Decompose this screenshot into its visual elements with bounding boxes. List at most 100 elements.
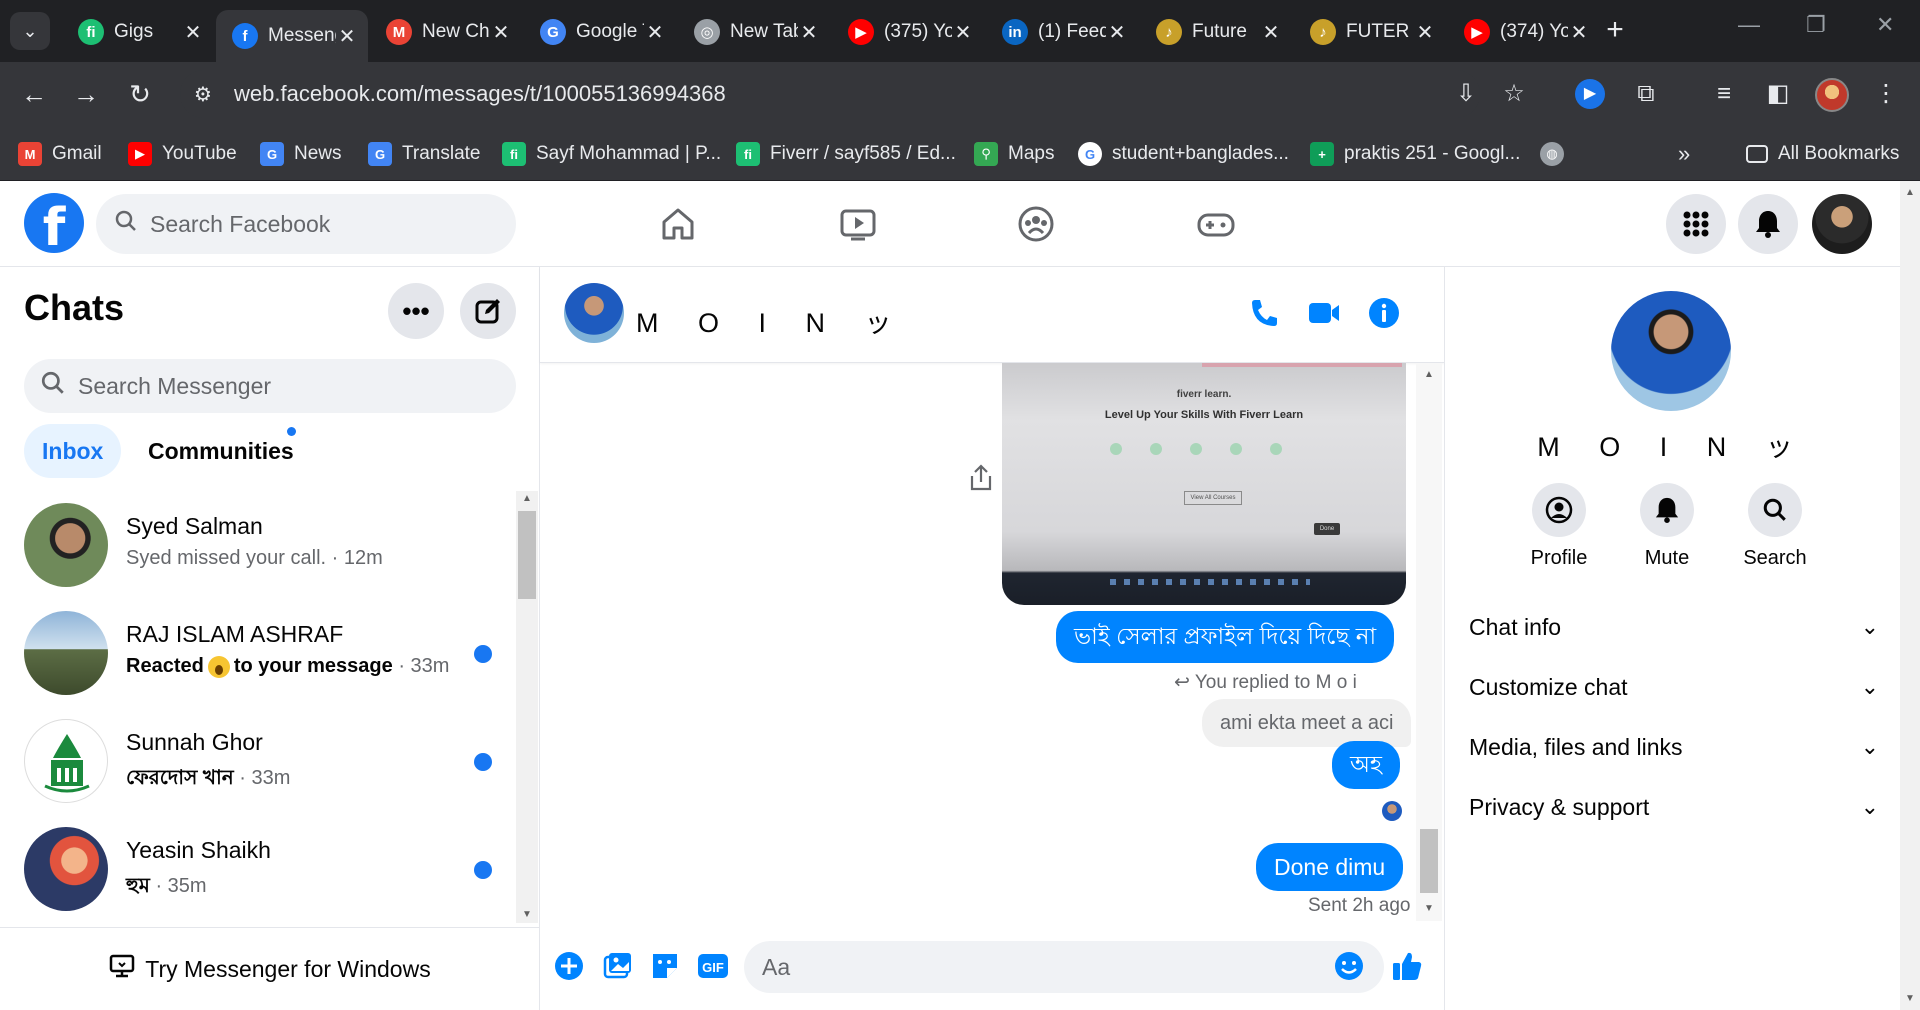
mute-action[interactable]: Mute: [1617, 483, 1717, 570]
account-avatar[interactable]: [1812, 194, 1872, 254]
contact-name[interactable]: M O I N ッ: [636, 301, 908, 340]
new-message-button[interactable]: [460, 283, 516, 339]
profile-action[interactable]: Profile: [1509, 483, 1609, 570]
more-actions-button[interactable]: [552, 949, 586, 983]
back-button[interactable]: ←: [14, 74, 54, 114]
video-call-button[interactable]: [1306, 295, 1342, 331]
chat-item-syed-salman[interactable]: Syed Salman Syed missed your call. · 12m: [12, 491, 512, 599]
all-bookmarks-button[interactable]: All Bookmarks: [1746, 139, 1899, 169]
browser-tab[interactable]: ♪ Future ✕: [1140, 10, 1292, 54]
browser-tab[interactable]: ▶ (374) YouTube✕: [1448, 10, 1600, 54]
attach-photo-button[interactable]: [600, 949, 634, 983]
facebook-search-input[interactable]: Search Facebook: [96, 194, 516, 254]
search-conversation-action[interactable]: Search: [1725, 483, 1825, 570]
bookmark-item[interactable]: ⚲ Maps: [974, 139, 1054, 169]
browser-tab[interactable]: ◎ New Tab ✕: [678, 10, 830, 54]
side-panel-icon[interactable]: ◧: [1760, 76, 1796, 112]
close-tab-icon[interactable]: ✕: [1568, 20, 1590, 45]
message-scrollbar[interactable]: ▲ ▼: [1416, 363, 1442, 921]
scrollbar-thumb[interactable]: [1420, 829, 1438, 893]
extensions-puzzle-icon[interactable]: ⧉: [1628, 76, 1664, 112]
tab-communities[interactable]: Communities: [130, 424, 312, 478]
address-bar[interactable]: ⚙ web.facebook.com/messages/t/1000551369…: [180, 70, 1480, 118]
message-bubble-bangla[interactable]: ভাই সেলার প্রফাইল দিয়ে দিছে না: [1056, 611, 1395, 663]
section-customize-chat[interactable]: Customize chat ⌄: [1469, 661, 1879, 713]
nav-groups[interactable]: [1006, 197, 1066, 251]
section-privacy-support[interactable]: Privacy & support ⌄: [1469, 781, 1879, 833]
sticker-button[interactable]: [648, 949, 682, 983]
menu-button[interactable]: [1666, 194, 1726, 254]
close-tab-icon[interactable]: ✕: [952, 20, 974, 45]
browser-tab[interactable]: G Google Translate✕: [524, 10, 676, 54]
close-tab-icon[interactable]: ✕: [182, 20, 204, 45]
nav-home[interactable]: [648, 197, 708, 251]
globe-bookmark[interactable]: ◍: [1540, 139, 1574, 169]
message-bubble-last[interactable]: Done dimu: [1256, 843, 1404, 891]
browser-tab[interactable]: M New Chat✕: [370, 10, 522, 54]
close-window-button[interactable]: ✕: [1876, 12, 1894, 38]
section-media-files-links[interactable]: Media, files and links ⌄: [1469, 721, 1879, 773]
emoji-button[interactable]: [1332, 949, 1366, 983]
audio-call-button[interactable]: [1246, 295, 1282, 331]
scroll-up-icon[interactable]: ▲: [1422, 369, 1436, 380]
bookmark-item[interactable]: fi Fiverr / sayf585 / Ed...: [736, 139, 956, 169]
chat-item-sunnah-ghor[interactable]: Sunnah Ghor ফেরদোস খান · 33m: [12, 707, 512, 815]
media-control-icon[interactable]: ≡: [1706, 76, 1742, 112]
nav-gaming[interactable]: [1186, 197, 1246, 251]
browser-tab[interactable]: f Messenger✕: [216, 10, 368, 62]
browser-tab[interactable]: in (1) Feed ✕: [986, 10, 1138, 54]
browser-profile-avatar[interactable]: [1815, 78, 1849, 112]
tab-inbox[interactable]: Inbox: [24, 424, 122, 478]
page-scrollbar[interactable]: ▲ ▼: [1900, 181, 1920, 1010]
close-tab-icon[interactable]: ✕: [1106, 20, 1128, 45]
close-tab-icon[interactable]: ✕: [1414, 20, 1436, 45]
browser-menu-icon[interactable]: ⋮: [1868, 76, 1904, 112]
photo-message[interactable]: fiverr learn. Level Up Your Skills With …: [1002, 363, 1406, 605]
quoted-message[interactable]: ami ekta meet a aci: [1202, 699, 1412, 747]
share-icon[interactable]: [966, 463, 996, 493]
chat-list-scrollbar[interactable]: ▲ ▼: [516, 491, 538, 923]
minimize-button[interactable]: —: [1738, 12, 1760, 38]
close-tab-icon[interactable]: ✕: [490, 20, 512, 45]
scroll-down-icon[interactable]: ▼: [520, 909, 534, 920]
scroll-down-icon[interactable]: ▼: [1904, 993, 1916, 1004]
gif-button[interactable]: GIF: [696, 949, 730, 983]
like-button[interactable]: [1390, 949, 1424, 983]
maximize-button[interactable]: ❐: [1806, 12, 1826, 38]
messenger-search-input[interactable]: Search Messenger: [24, 359, 516, 413]
close-tab-icon[interactable]: ✕: [1260, 20, 1282, 45]
extension-icon[interactable]: ▶: [1575, 79, 1605, 109]
close-tab-icon[interactable]: ✕: [336, 24, 358, 49]
install-app-icon[interactable]: ⇩: [1448, 76, 1484, 112]
bookmark-item[interactable]: Gstudent+banglades...: [1078, 139, 1289, 169]
try-messenger-windows-link[interactable]: Try Messenger for Windows: [0, 927, 540, 1010]
scrollbar-thumb[interactable]: [518, 511, 536, 599]
facebook-logo[interactable]: f: [24, 193, 84, 253]
site-settings-icon[interactable]: ⚙: [194, 82, 212, 107]
conversation-info-button[interactable]: [1366, 295, 1402, 331]
bookmark-item[interactable]: G News: [260, 139, 342, 169]
browser-tab[interactable]: fi Gigs ✕: [62, 10, 214, 54]
bookmark-item[interactable]: + praktis 251 - Googl...: [1310, 139, 1520, 169]
scroll-up-icon[interactable]: ▲: [1904, 187, 1916, 198]
contact-profile-photo[interactable]: [1611, 291, 1731, 411]
tab-search-button[interactable]: ⌄: [10, 12, 50, 50]
nav-watch[interactable]: [828, 197, 888, 251]
bookmark-item[interactable]: fi Sayf Mohammad | P...: [502, 139, 721, 169]
browser-tab[interactable]: ▶ (375) YouTube✕: [832, 10, 984, 54]
more-bookmarks-button[interactable]: »: [1678, 139, 1690, 169]
chat-item-yeasin-shaikh[interactable]: Yeasin Shaikh হুম · 35m: [12, 815, 512, 923]
notifications-button[interactable]: [1738, 194, 1798, 254]
close-tab-icon[interactable]: ✕: [644, 20, 666, 45]
close-tab-icon[interactable]: ✕: [798, 20, 820, 45]
bookmark-item[interactable]: ▶ YouTube: [128, 139, 237, 169]
bookmark-item[interactable]: M Gmail: [18, 139, 102, 169]
section-chat-info[interactable]: Chat info ⌄: [1469, 601, 1879, 653]
new-tab-button[interactable]: +: [1598, 14, 1632, 48]
message-bubble-reply[interactable]: অহ: [1332, 741, 1401, 789]
scroll-down-icon[interactable]: ▼: [1422, 903, 1436, 914]
scroll-up-icon[interactable]: ▲: [520, 493, 534, 504]
reload-button[interactable]: ↻: [120, 74, 160, 114]
browser-tab[interactable]: ♪ FUTER ✕: [1294, 10, 1446, 54]
contact-avatar[interactable]: [564, 283, 624, 343]
